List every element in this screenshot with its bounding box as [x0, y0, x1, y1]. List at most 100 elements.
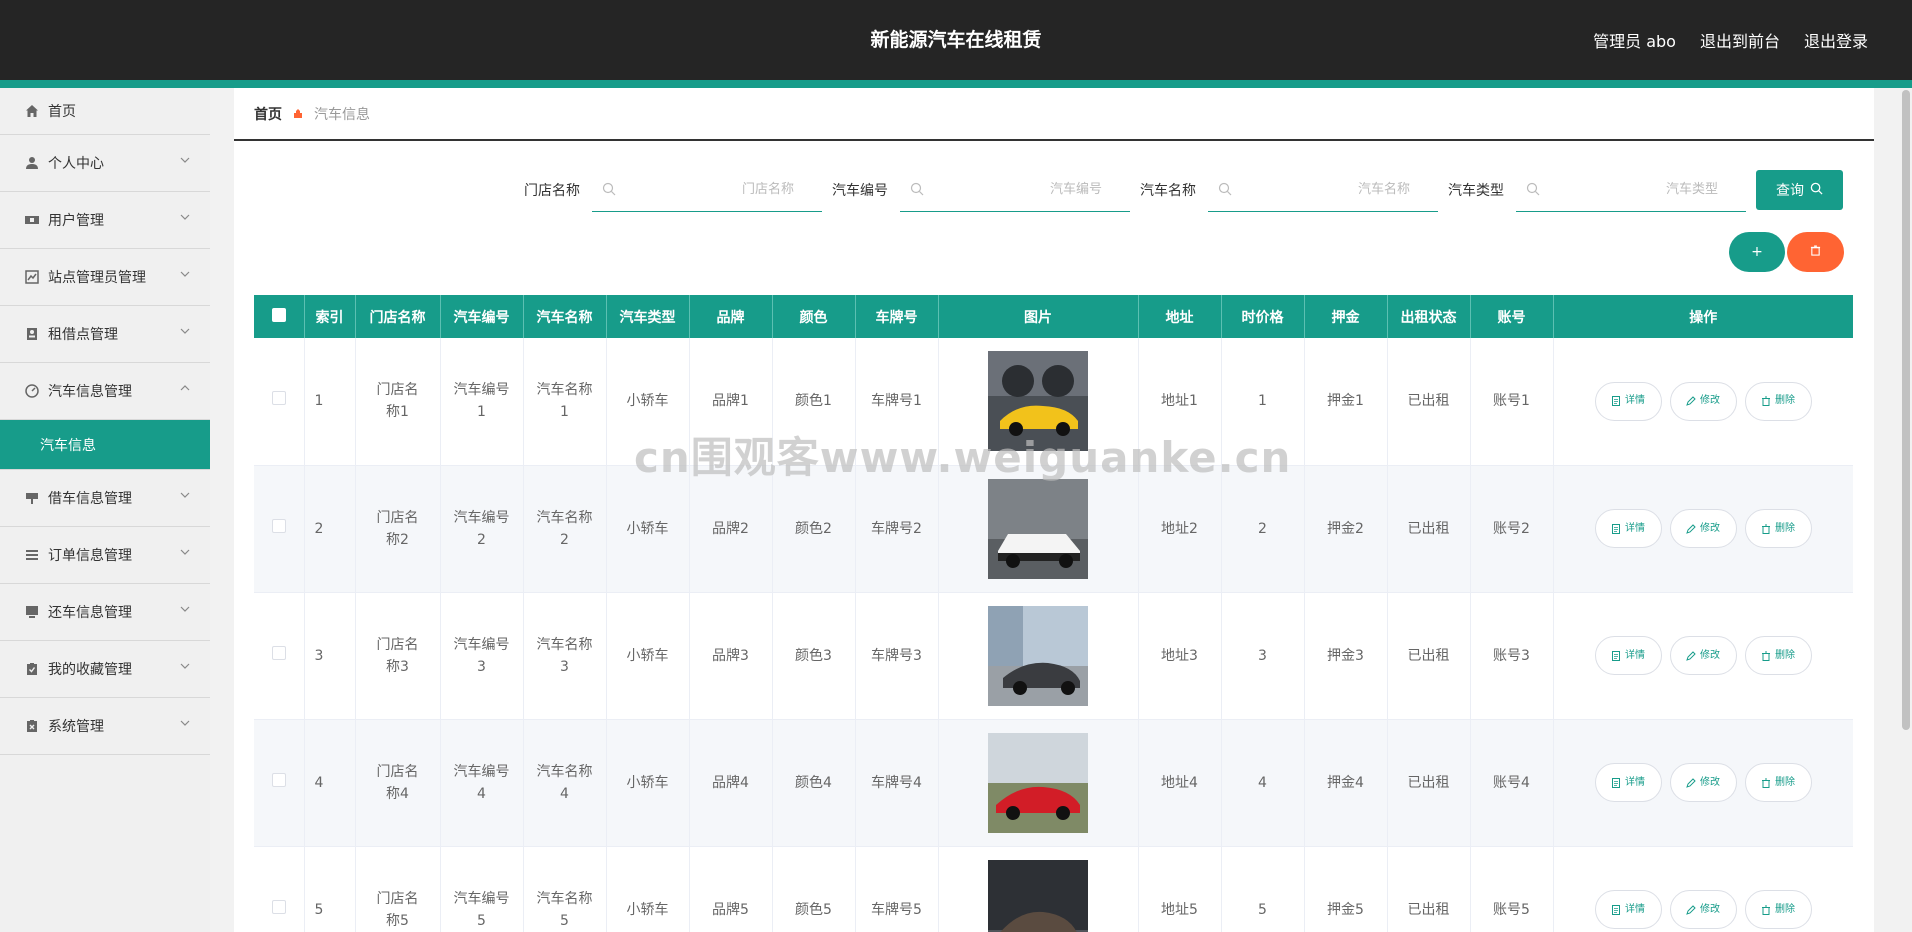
- row-checkbox[interactable]: [271, 645, 286, 660]
- sign-icon: [24, 490, 40, 506]
- edit-button[interactable]: 修改: [1669, 636, 1737, 675]
- scrollbar-thumb[interactable]: [1902, 90, 1910, 730]
- select-all-checkbox[interactable]: [271, 307, 286, 322]
- detail-button[interactable]: 详情: [1594, 509, 1662, 548]
- sidebar-item-order-info-management[interactable]: 订单信息管理: [0, 527, 210, 584]
- cell-address: 地址1: [1138, 338, 1222, 466]
- cell-store: 门店名称3: [355, 592, 441, 720]
- logout-link[interactable]: 退出登录: [1804, 28, 1868, 52]
- cell-car-no: 汽车编号4: [440, 719, 524, 847]
- trash-icon: [1762, 778, 1770, 788]
- search-input-car-type[interactable]: [1516, 168, 1746, 211]
- row-select-cell[interactable]: [254, 592, 305, 720]
- breadcrumb-divider: [234, 139, 1874, 141]
- table-header-cell: 品牌: [689, 295, 773, 338]
- cell-color: 颜色1: [772, 338, 856, 466]
- row-select-cell[interactable]: [254, 338, 305, 466]
- cell-index: 1: [304, 338, 356, 466]
- delete-button[interactable]: 删除: [1744, 763, 1812, 802]
- table-header-cell: 图片: [938, 295, 1139, 338]
- cell-type: 小轿车: [606, 719, 690, 847]
- sidebar-item-favorites-management[interactable]: 我的收藏管理: [0, 641, 210, 698]
- search-input-store[interactable]: [592, 168, 822, 211]
- sidebar-item-site-admin-management[interactable]: 站点管理员管理: [0, 249, 210, 306]
- document-icon: [1612, 650, 1620, 661]
- search-input-wrap: [900, 168, 1130, 212]
- delete-button-label: 删除: [1775, 903, 1795, 915]
- edit-button[interactable]: 修改: [1669, 509, 1737, 548]
- table-header-cell: 时价格: [1221, 295, 1305, 338]
- delete-button[interactable]: 删除: [1744, 636, 1812, 675]
- batch-delete-button[interactable]: [1787, 232, 1844, 272]
- cell-status: 已出租: [1387, 592, 1471, 720]
- submenu-item-car-info[interactable]: 汽车信息: [0, 420, 210, 470]
- chevron-down-icon: [180, 660, 190, 674]
- trash-icon: [1810, 244, 1821, 260]
- edit-button[interactable]: 修改: [1669, 381, 1737, 421]
- sidebar-item-rental-point-management[interactable]: 租借点管理: [0, 306, 210, 363]
- cell-car-no: 汽车编号5: [440, 846, 524, 932]
- table-row: 1 门店名称1 汽车编号1 汽车名称1 小轿车 品牌1 颜色1 车牌号1 地址1 1 押金1 已出租账…: [254, 338, 1853, 466]
- delete-button-label: 删除: [1775, 522, 1795, 534]
- add-button[interactable]: +: [1729, 232, 1785, 272]
- breadcrumb-home[interactable]: 首页: [254, 104, 282, 124]
- trash-icon: [1762, 524, 1770, 534]
- edit-button[interactable]: 修改: [1669, 890, 1737, 929]
- search-group-car-type: 汽车类型: [1448, 168, 1746, 212]
- cell-address: 地址4: [1138, 719, 1222, 847]
- row-select-cell[interactable]: [254, 846, 305, 932]
- row-select-cell[interactable]: [254, 465, 305, 593]
- page-scrollbar[interactable]: [1900, 88, 1912, 932]
- cell-image: [938, 592, 1139, 720]
- sidebar-item-label: 汽车信息管理: [48, 384, 132, 400]
- row-select-cell[interactable]: [254, 719, 305, 847]
- person-badge-icon: [24, 326, 40, 342]
- delete-button[interactable]: 删除: [1744, 381, 1812, 421]
- sidebar-item-user-management[interactable]: 用户管理: [0, 192, 210, 249]
- breadcrumb-current: 汽车信息: [314, 107, 370, 123]
- detail-button[interactable]: 详情: [1594, 636, 1662, 675]
- cell-price: 4: [1221, 719, 1305, 847]
- detail-button[interactable]: 详情: [1594, 763, 1662, 802]
- chevron-down-icon: [180, 717, 190, 731]
- cell-deposit: 押金4: [1304, 719, 1388, 847]
- detail-button[interactable]: 详情: [1594, 890, 1662, 929]
- cell-operations: 详情 修改 删除: [1553, 338, 1853, 466]
- edit-button[interactable]: 修改: [1669, 763, 1737, 802]
- sidebar-item-home[interactable]: 首页: [0, 88, 210, 135]
- row-checkbox[interactable]: [271, 391, 286, 406]
- table-header-cell: 汽车名称: [523, 295, 607, 338]
- cell-address: 地址5: [1138, 846, 1222, 932]
- row-checkbox[interactable]: [271, 899, 286, 914]
- delete-button[interactable]: 删除: [1744, 890, 1812, 929]
- row-checkbox[interactable]: [271, 772, 286, 787]
- edit-button-label: 修改: [1700, 522, 1720, 534]
- cell-plate: 车牌号4: [855, 719, 939, 847]
- sidebar-item-personal-center[interactable]: 个人中心: [0, 135, 210, 192]
- search-input-car-name[interactable]: [1208, 168, 1438, 211]
- table-header-cell: 车牌号: [855, 295, 939, 338]
- detail-button-label: 详情: [1625, 522, 1645, 534]
- breadcrumb: 首页 汽车信息: [254, 88, 370, 140]
- query-button[interactable]: 查询: [1756, 170, 1843, 210]
- sidebar-item-system-management[interactable]: 系统管理: [0, 698, 210, 755]
- exit-to-front-link[interactable]: 退出到前台: [1700, 28, 1780, 52]
- table-header-cell: 汽车类型: [606, 295, 690, 338]
- search-input-car-no[interactable]: [900, 168, 1130, 211]
- detail-button[interactable]: 详情: [1594, 381, 1662, 421]
- edit-icon: [1686, 904, 1696, 915]
- trash-icon: [1762, 651, 1770, 661]
- cell-index: 5: [304, 846, 356, 932]
- sidebar-item-car-info-management[interactable]: 汽车信息管理: [0, 363, 210, 420]
- delete-button[interactable]: 删除: [1744, 509, 1812, 548]
- sidebar-item-borrow-info-management[interactable]: 借车信息管理: [0, 470, 210, 527]
- header-select-all[interactable]: [254, 295, 305, 338]
- detail-button-label: 详情: [1625, 395, 1645, 407]
- car-image: [988, 859, 1088, 932]
- row-checkbox[interactable]: [271, 518, 286, 533]
- cell-brand: 品牌5: [689, 846, 773, 932]
- cell-store: 门店名称2: [355, 465, 441, 593]
- cell-operations: 详情 修改 删除: [1553, 846, 1853, 932]
- sidebar-item-return-info-management[interactable]: 还车信息管理: [0, 584, 210, 641]
- search-group-store: 门店名称: [524, 168, 822, 212]
